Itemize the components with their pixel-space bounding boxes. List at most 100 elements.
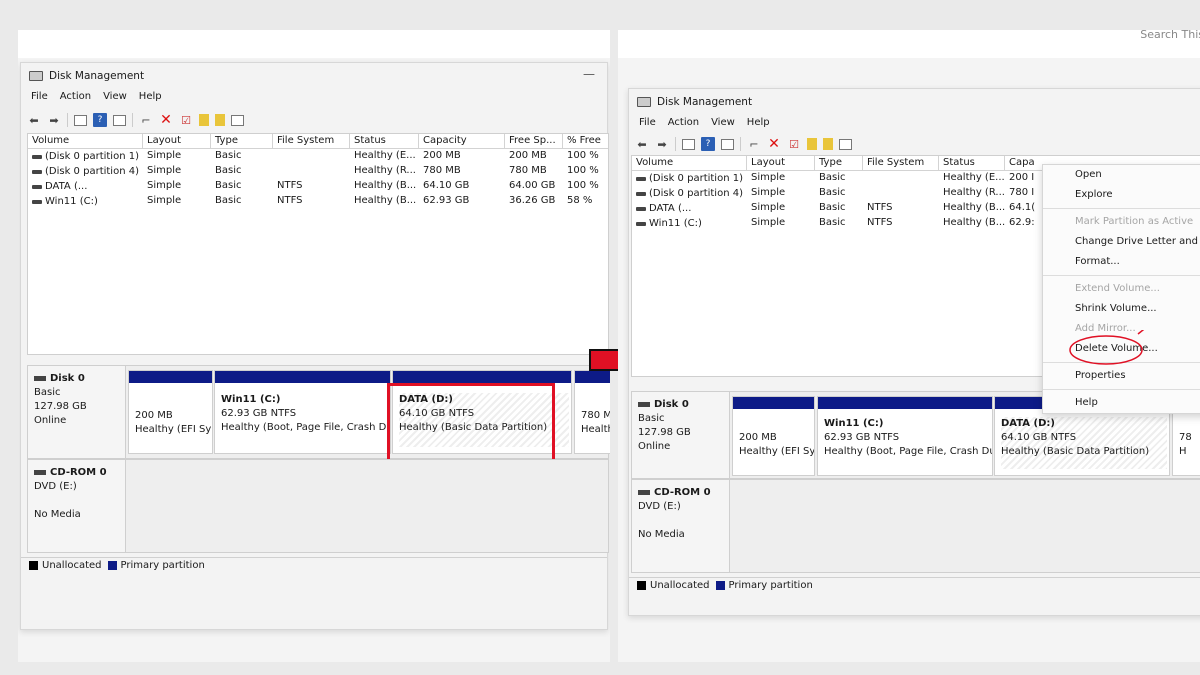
partition-c[interactable]: Win11 (C:) 62.93 GB NTFS Healthy (Boot, … [214,370,391,454]
menu-explore[interactable]: Explore [1043,185,1200,205]
cell-layout: Simple [147,195,182,206]
partition-status: Healthy [581,424,610,435]
menu-open[interactable]: Open [1043,165,1200,185]
cell-fs: NTFS [277,195,303,206]
delete-icon[interactable]: ✕ [767,136,781,152]
table-row[interactable]: (Disk 0 partition 1) Simple Basic Healthy (… [28,149,608,164]
col-layout[interactable]: Layout [747,156,815,170]
unallocated-swatch [637,581,646,590]
col-capacity[interactable]: Capacity [419,134,505,148]
open-icon[interactable] [215,114,225,126]
disk0-label[interactable]: Disk 0 Basic 127.98 GB Online [632,392,730,478]
view-icon[interactable] [231,114,244,126]
menu-help[interactable]: Help [1043,393,1200,413]
menu-format[interactable]: Format... [1043,252,1200,272]
cell-type: Basic [215,165,242,176]
disk0-label[interactable]: Disk 0 Basic 127.98 GB Online [28,366,126,458]
cell-type: Basic [819,202,846,213]
properties-icon[interactable] [721,138,734,150]
cdrom-label[interactable]: CD-ROM 0 DVD (E:) No Media [632,480,730,572]
table-row[interactable]: Win11 (C:) Simple Basic NTFS Healthy (B... 62… [28,194,608,209]
col-layout[interactable]: Layout [143,134,211,148]
cell-layout: Simple [147,165,182,176]
menu-view[interactable]: View [711,117,735,133]
cell-status: Healthy (E... [943,172,1005,183]
disk0-state: Online [34,415,67,426]
col-percent-free[interactable]: % Free [563,134,608,148]
partition-c[interactable]: Win11 (C:) 62.93 GB NTFS Healthy (Boot, … [817,396,993,476]
menu-action[interactable]: Action [668,117,699,133]
check-icon[interactable]: ☑ [179,113,193,127]
menu-view[interactable]: View [103,91,127,107]
delete-icon[interactable]: ✕ [159,112,173,128]
cell-status: Healthy (E... [354,150,416,161]
back-arrow-icon[interactable]: ⬅ [27,113,41,127]
help-icon[interactable]: ? [93,113,107,127]
cell-volume: (Disk 0 partition 4) [28,164,143,179]
menu-change-drive-letter[interactable]: Change Drive Letter and [1043,232,1200,252]
cell-pct: 100 % [567,165,599,176]
menu-action[interactable]: Action [60,91,91,107]
forward-arrow-icon[interactable]: ➡ [655,137,669,151]
forward-arrow-icon[interactable]: ➡ [47,113,61,127]
connect-icon[interactable]: ⌐ [139,113,153,127]
console-icon[interactable] [682,138,695,150]
menu-mark-active: Mark Partition as Active [1075,216,1194,227]
volume-name: (Disk 0 partition 1) [649,173,743,184]
disk-icon [638,401,650,407]
cell-volume: (Disk 0 partition 1) [632,171,747,186]
primary-swatch [715,581,725,590]
col-free-space[interactable]: Free Sp... [505,134,563,148]
new-icon[interactable] [199,114,209,126]
menu-file[interactable]: File [639,117,656,133]
partition-efi[interactable]: 200 MB Healthy (EFI Sy [732,396,815,476]
cdrom-icon [638,489,650,495]
view-icon[interactable] [839,138,852,150]
cell-volume: DATA (... [632,201,747,216]
cell-fs: NTFS [867,202,893,213]
partition-efi[interactable]: 200 MB Healthy (EFI Sy [128,370,213,454]
cell-layout: Simple [147,150,182,161]
col-type[interactable]: Type [211,134,273,148]
menu-shrink-volume[interactable]: Shrink Volume... [1043,299,1200,319]
menu-file[interactable]: File [31,91,48,107]
right-screenshot: Search This Disk Management File Action … [618,30,1200,662]
disk0-kind: Basic [34,387,61,398]
partition-size: 62.93 GB NTFS [221,408,297,419]
menu-divider [1043,389,1200,390]
connect-icon[interactable]: ⌐ [747,137,761,151]
disk-management-window: Disk Management — File Action View Help … [20,62,610,630]
col-status[interactable]: Status [939,156,1005,170]
menu-help[interactable]: Help [139,91,162,107]
minimize-button[interactable]: — [583,67,595,81]
toolbar-divider [675,137,676,151]
cell-volume: Win11 (C:) [632,216,747,231]
open-icon[interactable] [823,138,833,150]
table-row[interactable]: (Disk 0 partition 4) Simple Basic Healthy (… [28,164,608,179]
properties-icon[interactable] [113,114,126,126]
check-icon[interactable]: ☑ [787,137,801,151]
col-volume[interactable]: Volume [632,156,747,170]
cell-fs [273,164,350,179]
cell-volume: (Disk 0 partition 4) [632,186,747,201]
cdrom-label[interactable]: CD-ROM 0 DVD (E:) No Media [28,460,126,552]
menu-help[interactable]: Help [747,117,770,133]
col-type[interactable]: Type [815,156,863,170]
cdrom-row: CD-ROM 0 DVD (E:) No Media [27,459,609,553]
help-icon[interactable]: ? [701,137,715,151]
table-row[interactable]: DATA (... Simple Basic NTFS Healthy (B... 64.… [28,179,608,194]
disk0-name: Disk 0 [654,399,689,410]
col-volume[interactable]: Volume [28,134,143,148]
col-status[interactable]: Status [350,134,419,148]
col-file-system[interactable]: File System [273,134,350,148]
new-icon[interactable] [807,138,817,150]
volume-name: (Disk 0 partition 4) [649,188,743,199]
search-box[interactable]: Search This [1140,30,1200,41]
back-arrow-icon[interactable]: ⬅ [635,137,649,151]
disk-icon [637,97,651,107]
cell-status: Healthy (R... [943,187,1005,198]
col-file-system[interactable]: File System [863,156,939,170]
volume-icon [636,191,646,196]
cell-layout: Simple [751,202,786,213]
console-icon[interactable] [74,114,87,126]
